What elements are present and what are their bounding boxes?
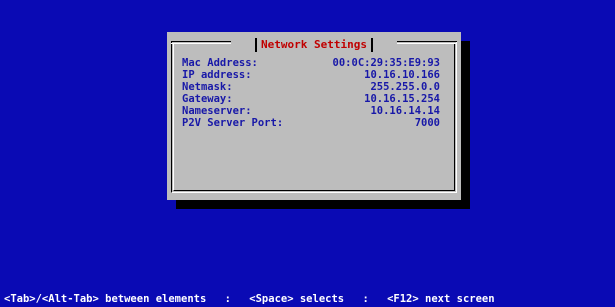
dialog-title: Network Settings: [255, 38, 373, 52]
field-label: Mac Address:: [182, 57, 258, 69]
field-value: 10.16.15.254: [364, 93, 440, 105]
field-label: Nameserver:: [182, 105, 252, 117]
field-value: 7000: [414, 117, 440, 129]
field-p2v-server-port: P2V Server Port: 7000: [182, 117, 444, 129]
field-mac-address: Mac Address: 00:0C:29:35:E9:93: [182, 57, 444, 69]
field-value: 00:0C:29:35:E9:93: [332, 57, 440, 69]
status-separator: :: [362, 293, 369, 305]
screen: Network Settings Mac Address: 00:0C:29:3…: [0, 0, 615, 307]
field-gateway: Gateway: 10.16.15.254: [182, 93, 444, 105]
hint-f12-next-screen: <F12> next screen: [387, 293, 495, 305]
field-value: 10.16.10.166: [364, 69, 440, 81]
field-value: 255.255.0.0: [370, 81, 440, 93]
status-separator: :: [224, 293, 231, 305]
network-settings-dialog: Network Settings Mac Address: 00:0C:29:3…: [167, 32, 461, 200]
field-label: Netmask:: [182, 81, 233, 93]
field-label: Gateway:: [182, 93, 233, 105]
status-bar: <Tab>/<Alt-Tab> between elements : <Spac…: [4, 292, 615, 306]
field-netmask: Netmask: 255.255.0.0: [182, 81, 444, 93]
dialog-title-wrap: Network Settings: [167, 33, 461, 52]
field-nameserver: Nameserver: 10.16.14.14: [182, 105, 444, 117]
field-label: P2V Server Port:: [182, 117, 284, 129]
settings-list: Mac Address: 00:0C:29:35:E9:93 IP addres…: [182, 57, 444, 129]
field-value: 10.16.14.14: [370, 105, 440, 117]
hint-tab-navigation: <Tab>/<Alt-Tab> between elements: [4, 293, 207, 305]
field-label: IP address:: [182, 69, 252, 81]
field-ip-address: IP address: 10.16.10.166: [182, 69, 444, 81]
hint-space-selects: <Space> selects: [249, 293, 345, 305]
